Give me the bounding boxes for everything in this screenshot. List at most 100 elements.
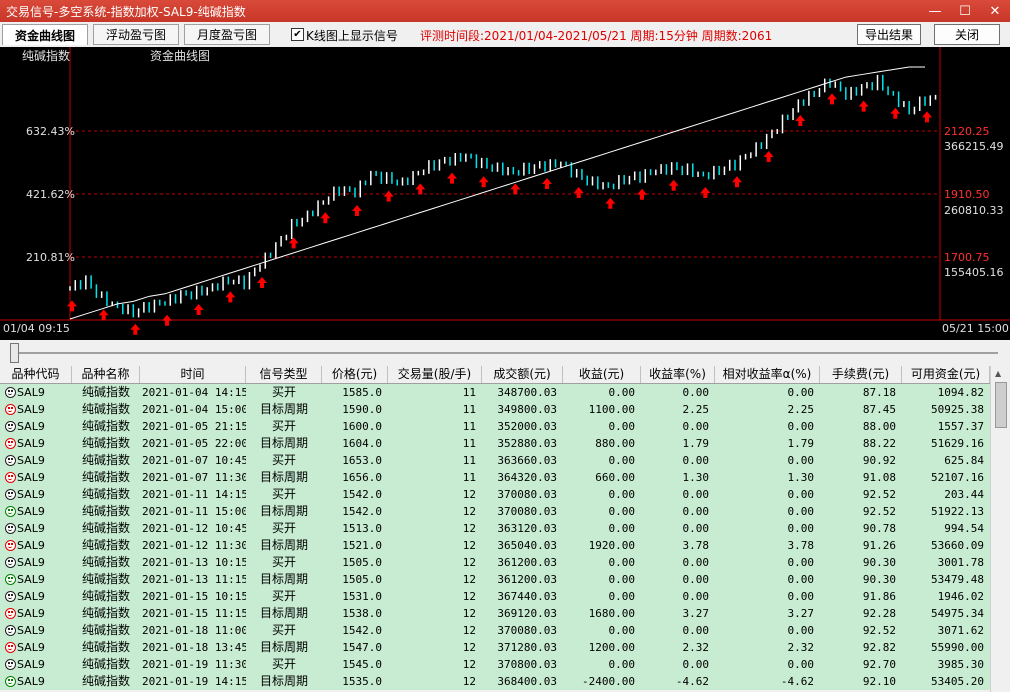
header-type[interactable]: 信号类型 — [246, 366, 322, 383]
cell-name: 纯碱指数 — [81, 606, 130, 620]
cell-profit: 1680.00 — [588, 607, 635, 620]
cell-price: 1535.0 — [342, 675, 382, 688]
header-code[interactable]: 品种代码 — [0, 366, 72, 383]
minimize-icon[interactable]: — — [920, 0, 950, 22]
smiley-icon — [5, 591, 16, 602]
cell-type: 目标周期 — [259, 436, 308, 450]
table-row[interactable]: SAL9 纯碱指数 2021-01-13 11:15 目标周期 1505.0 12 3612… — [0, 571, 990, 588]
cell-type: 目标周期 — [259, 402, 308, 416]
table-row[interactable]: SAL9 纯碱指数 2021-01-05 22:00 目标周期 1604.0 11 3528… — [0, 435, 990, 452]
cell-code-text: SAL9 — [17, 539, 45, 552]
vertical-scrollbar[interactable]: ▲ — [990, 366, 1010, 692]
header-profit[interactable]: 收益(元) — [563, 366, 641, 383]
tab-monthly-pnl[interactable]: 月度盈亏图 — [184, 24, 270, 45]
table-row[interactable]: SAL9 纯碱指数 2021-01-12 10:45 买开 1513.0 12 363120… — [0, 520, 990, 537]
table-row[interactable]: SAL9 纯碱指数 2021-01-07 10:45 买开 1653.0 11 363660… — [0, 452, 990, 469]
cell-cash: 994.54 — [944, 522, 984, 535]
cell-price: 1590.0 — [342, 403, 382, 416]
tab-equity-curve[interactable]: 资金曲线图 — [2, 24, 88, 45]
cell-time: 2021-01-19 14:15 — [142, 675, 246, 688]
header-fee[interactable]: 手续费(元) — [820, 366, 902, 383]
cell-type: 目标周期 — [259, 504, 308, 518]
cell-rate: 3.27 — [682, 607, 710, 620]
header-alpha[interactable]: 相对收益率α(%) — [715, 366, 820, 383]
cell-qty: 11 — [462, 386, 476, 399]
cell-code: SAL9 — [0, 520, 72, 537]
table-row[interactable]: SAL9 纯碱指数 2021-01-13 10:15 买开 1505.0 12 361200… — [0, 554, 990, 571]
table-row[interactable]: SAL9 纯碱指数 2021-01-11 14:15 买开 1542.0 12 370080… — [0, 486, 990, 503]
cell-code: SAL9 — [0, 486, 72, 503]
scrollbar-thumb[interactable] — [995, 382, 1007, 428]
cell-fee: 92.10 — [862, 675, 896, 688]
header-name[interactable]: 品种名称 — [72, 366, 140, 383]
slider-track[interactable] — [16, 352, 998, 354]
table-header: 品种代码 品种名称 时间 信号类型 价格(元) 交易量(股/手) 成交额(元) … — [0, 366, 990, 384]
header-rate[interactable]: 收益率(%) — [641, 366, 715, 383]
show-signal-checkbox[interactable]: ✔ — [291, 28, 304, 41]
time-slider[interactable] — [0, 340, 1010, 366]
cell-cash: 3985.30 — [937, 658, 984, 671]
buy-signal-arrow — [922, 111, 932, 123]
cell-price: 1505.0 — [342, 573, 382, 586]
export-button[interactable]: 导出结果 — [857, 24, 921, 45]
cell-time: 2021-01-11 15:00 — [142, 505, 246, 518]
cell-name: 纯碱指数 — [81, 657, 130, 671]
cell-cash: 1557.37 — [937, 420, 984, 433]
header-price[interactable]: 价格(元) — [322, 366, 388, 383]
cell-rate: 1.79 — [682, 437, 710, 450]
equity-chart[interactable]: 纯碱指数 资金曲线图 632.43% 421.62% 210.81% 2120.… — [0, 47, 1010, 340]
signal-table: 品种代码 品种名称 时间 信号类型 价格(元) 交易量(股/手) 成交额(元) … — [0, 366, 990, 692]
table-row[interactable]: SAL9 纯碱指数 2021-01-18 11:00 买开 1542.0 12 370080… — [0, 622, 990, 639]
header-cash[interactable]: 可用资金(元) — [902, 366, 990, 383]
cell-cash: 203.44 — [944, 488, 984, 501]
close-button[interactable]: 关闭 — [934, 24, 1000, 45]
maximize-icon[interactable]: ☐ — [950, 0, 980, 22]
buy-signal-arrow — [352, 205, 362, 216]
cell-time: 2021-01-04 14:15 — [142, 386, 246, 399]
scroll-up-icon[interactable]: ▲ — [995, 369, 1001, 378]
buy-signal-arrow — [288, 237, 299, 249]
cell-type: 买开 — [271, 419, 296, 433]
table-row[interactable]: SAL9 纯碱指数 2021-01-19 11:30 买开 1545.0 12 370800… — [0, 656, 990, 673]
cell-cash: 51922.13 — [931, 505, 984, 518]
cell-type: 买开 — [271, 487, 296, 501]
cell-name: 纯碱指数 — [81, 555, 130, 569]
cell-alpha: 3.27 — [787, 607, 815, 620]
table-row[interactable]: SAL9 纯碱指数 2021-01-15 11:15 目标周期 1538.0 12 3691… — [0, 605, 990, 622]
cell-qty: 12 — [462, 556, 476, 569]
cell-qty: 12 — [462, 590, 476, 603]
table-row[interactable]: SAL9 纯碱指数 2021-01-19 14:15 目标周期 1535.0 12 3684… — [0, 673, 990, 690]
header-amount[interactable]: 成交额(元) — [482, 366, 563, 383]
cell-code: SAL9 — [0, 384, 72, 401]
cell-alpha: 0.00 — [787, 556, 815, 569]
tab-floating-pnl[interactable]: 浮动盈亏图 — [93, 24, 179, 45]
cell-profit: 660.00 — [595, 471, 635, 484]
cell-code-text: SAL9 — [17, 658, 45, 671]
cell-cash: 53405.20 — [931, 675, 984, 688]
table-row[interactable]: SAL9 纯碱指数 2021-01-11 15:00 目标周期 1542.0 12 3700… — [0, 503, 990, 520]
header-time[interactable]: 时间 — [140, 366, 246, 383]
table-row[interactable]: SAL9 纯碱指数 2021-01-04 14:15 买开 1585.0 11 348700… — [0, 384, 990, 401]
slider-thumb[interactable] — [10, 343, 19, 363]
cell-fee: 90.30 — [862, 573, 896, 586]
table-row[interactable]: SAL9 纯碱指数 2021-01-07 11:30 目标周期 1656.0 11 3643… — [0, 469, 990, 486]
table-row[interactable]: SAL9 纯碱指数 2021-01-12 11:30 目标周期 1521.0 12 3650… — [0, 537, 990, 554]
cell-alpha: 0.00 — [787, 522, 815, 535]
close-icon[interactable]: ✕ — [980, 0, 1010, 22]
smiley-icon — [5, 506, 16, 517]
cell-amount: 371280.03 — [497, 641, 557, 654]
table-row[interactable]: SAL9 纯碱指数 2021-01-04 15:00 目标周期 1590.0 11 3498… — [0, 401, 990, 418]
window-controls: — ☐ ✕ — [920, 0, 1010, 22]
header-qty[interactable]: 交易量(股/手) — [388, 366, 482, 383]
table-row[interactable]: SAL9 纯碱指数 2021-01-18 13:45 目标周期 1547.0 12 3712… — [0, 639, 990, 656]
table-row[interactable]: SAL9 纯碱指数 2021-01-15 10:15 买开 1531.0 12 367440… — [0, 588, 990, 605]
cell-time: 2021-01-18 11:00 — [142, 624, 246, 637]
cell-rate: 1.30 — [682, 471, 710, 484]
table-row[interactable]: SAL9 纯碱指数 2021-01-05 21:15 买开 1600.0 11 352000… — [0, 418, 990, 435]
buy-signal-arrow — [320, 212, 331, 224]
cell-qty: 12 — [462, 522, 476, 535]
cell-amount: 370080.03 — [497, 488, 557, 501]
cell-amount: 352880.03 — [497, 437, 557, 450]
cell-price: 1505.0 — [342, 556, 382, 569]
cell-type: 目标周期 — [259, 640, 308, 654]
